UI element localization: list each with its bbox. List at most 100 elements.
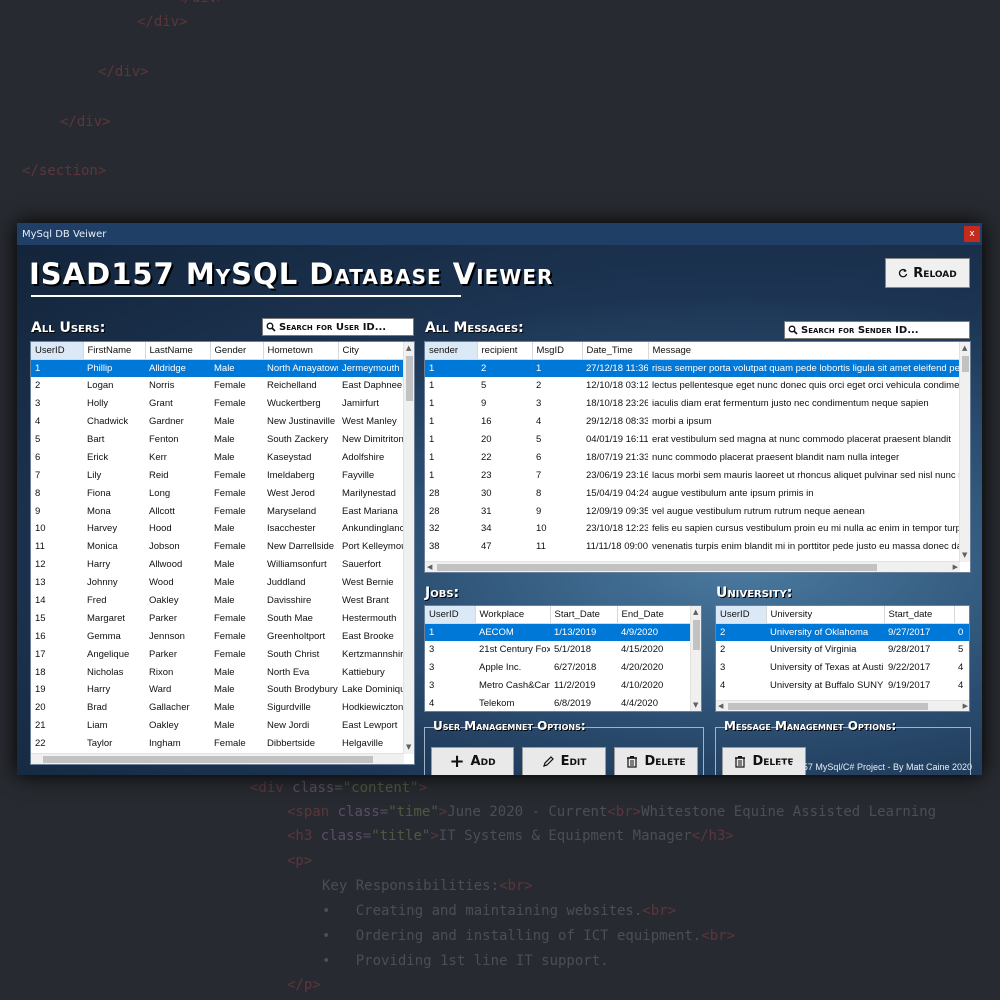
column-header[interactable]: UserID — [31, 342, 84, 360]
table-cell[interactable]: 22 — [31, 735, 83, 753]
table-cell[interactable]: Allcott — [145, 502, 210, 520]
table-cell[interactable]: Marilynestad — [338, 484, 403, 502]
table-cell[interactable]: erat vestibulum sed magna at nunc commod… — [648, 431, 959, 449]
table-cell[interactable]: lacus morbi sem mauris laoreet ut rhoncu… — [648, 466, 959, 484]
scroll-right-icon[interactable]: ▶ — [953, 563, 958, 572]
table-row[interactable]: 1 16 4 29/12/18 08:33 morbi a ipsum — [425, 413, 959, 431]
table-row[interactable]: 32 34 10 23/10/18 12:23 felis eu sapien curs… — [425, 520, 959, 538]
table-cell[interactable]: 13 — [31, 574, 83, 592]
table-cell[interactable]: Female — [210, 609, 263, 627]
table-cell[interactable]: Margaret — [83, 609, 145, 627]
table-row[interactable]: 2 University of Oklahoma 9/27/2017 0 — [716, 623, 969, 641]
table-row[interactable]: 17 Angelique Parker Female South Christ Kertz… — [31, 645, 403, 663]
table-cell[interactable]: 9/28/2017 — [884, 641, 954, 659]
table-cell[interactable]: 12/09/19 09:35 — [582, 502, 648, 520]
table-cell[interactable]: Angelique — [83, 645, 145, 663]
message-search-input[interactable]: Search for Sender ID... — [784, 321, 970, 339]
table-cell[interactable]: 47 — [477, 538, 532, 556]
table-cell[interactable]: 23 — [477, 466, 532, 484]
scroll-thumb[interactable] — [43, 756, 373, 763]
table-row[interactable]: 3 Holly Grant Female Wuckertberg Jamirfurt — [31, 395, 403, 413]
column-header[interactable]: recipient — [477, 342, 533, 360]
table-cell[interactable]: 5 — [954, 641, 969, 659]
table-cell[interactable]: 12/10/18 03:12 — [582, 377, 648, 395]
table-cell[interactable]: Jennson — [145, 627, 210, 645]
table-cell[interactable]: Gallacher — [145, 699, 210, 717]
table-cell[interactable]: Norris — [145, 377, 210, 395]
table-cell[interactable]: 9 — [31, 502, 83, 520]
table-cell[interactable]: Wuckertberg — [263, 395, 338, 413]
table-cell[interactable]: 2 — [532, 377, 582, 395]
table-cell[interactable]: 3 — [425, 659, 475, 677]
table-row[interactable]: 5 Bart Fenton Male South Zackery New Dimitrit… — [31, 431, 403, 449]
column-header[interactable]: City — [338, 342, 404, 360]
table-cell[interactable]: Helgaville — [338, 735, 403, 753]
table-cell[interactable]: 3 — [532, 395, 582, 413]
table-row[interactable]: 4 Chadwick Gardner Male New Justinaville West… — [31, 413, 403, 431]
table-cell[interactable]: 5 — [477, 377, 532, 395]
table-cell[interactable]: New Dimitriton — [338, 431, 403, 449]
table-row[interactable]: 1 2 1 27/12/18 11:36 risus semper porta volu… — [425, 359, 959, 377]
column-header[interactable]: UserID — [716, 606, 767, 624]
table-cell[interactable]: 9/22/2017 — [884, 659, 954, 677]
table-cell[interactable]: 9/27/2017 — [884, 623, 954, 641]
table-cell[interactable]: Kertzmannshire — [338, 645, 403, 663]
scroll-left-icon[interactable]: ◀ — [718, 702, 723, 711]
table-cell[interactable]: 34 — [477, 520, 532, 538]
table-row[interactable]: 1 Phillip Alldridge Male North Amayatown Jerm… — [31, 359, 403, 377]
table-cell[interactable]: South Mae — [263, 609, 338, 627]
table-row[interactable]: 3 University of Texas at Austin 9/22/2017 4 — [716, 659, 969, 677]
column-header[interactable]: Gender — [210, 342, 264, 360]
table-cell[interactable]: 4 — [954, 659, 969, 677]
table-cell[interactable]: 7 — [31, 466, 83, 484]
table-cell[interactable]: 32 — [425, 520, 477, 538]
table-cell[interactable]: Lake Dominique — [338, 681, 403, 699]
table-cell[interactable]: Monica — [83, 538, 145, 556]
table-cell[interactable]: New Justinaville — [263, 413, 338, 431]
table-cell[interactable]: Long — [145, 484, 210, 502]
table-cell[interactable]: 12 — [31, 556, 83, 574]
table-row[interactable]: 3 Apple Inc. 6/27/2018 4/20/2020 — [425, 659, 691, 677]
table-cell[interactable]: Jermeymouth — [338, 359, 403, 377]
table-cell[interactable]: 21st Century Fox — [475, 641, 550, 659]
table-cell[interactable]: Isacchester — [263, 520, 338, 538]
table-cell[interactable]: 8 — [31, 484, 83, 502]
table-cell[interactable]: 23/06/19 23:16 — [582, 466, 648, 484]
table-cell[interactable]: Male — [210, 699, 263, 717]
table-cell[interactable]: Ingham — [145, 735, 210, 753]
table-cell[interactable]: Male — [210, 663, 263, 681]
column-header[interactable] — [954, 606, 969, 624]
table-cell[interactable]: 5/1/2018 — [550, 641, 617, 659]
table-cell[interactable]: Adolfshire — [338, 448, 403, 466]
table-cell[interactable]: Liam — [83, 717, 145, 735]
table-cell[interactable]: 8 — [532, 484, 582, 502]
table-cell[interactable]: 38 — [425, 538, 477, 556]
scroll-thumb[interactable] — [693, 620, 700, 650]
table-cell[interactable]: Lily — [83, 466, 145, 484]
table-cell[interactable]: AECOM — [475, 623, 550, 641]
table-cell[interactable]: North Amayatown — [263, 359, 338, 377]
table-cell[interactable]: Fred — [83, 592, 145, 610]
table-row[interactable]: 6 Erick Kerr Male Kaseystad Adolfshire — [31, 448, 403, 466]
table-cell[interactable]: Male — [210, 359, 263, 377]
table-row[interactable]: 1 9 3 18/10/18 23:26 iaculis diam erat ferme… — [425, 395, 959, 413]
table-cell[interactable]: Erick — [83, 448, 145, 466]
table-row[interactable]: 21 Liam Oakley Male New Jordi East Lewport — [31, 717, 403, 735]
table-row[interactable]: 2 Logan Norris Female Reichelland East Daphne… — [31, 377, 403, 395]
table-row[interactable]: 13 Johnny Wood Male Juddland West Bernie — [31, 574, 403, 592]
table-cell[interactable]: 1/13/2019 — [550, 623, 617, 641]
table-cell[interactable]: Taylor — [83, 735, 145, 753]
table-cell[interactable]: 18/10/18 23:26 — [582, 395, 648, 413]
table-cell[interactable]: Ankundinglanc — [338, 520, 403, 538]
table-cell[interactable]: Sauerfort — [338, 556, 403, 574]
table-cell[interactable]: 22 — [477, 448, 532, 466]
table-cell[interactable]: 21 — [31, 717, 83, 735]
table-cell[interactable]: 14 — [31, 592, 83, 610]
table-cell[interactable]: Female — [210, 377, 263, 395]
messages-vertical-scrollbar[interactable]: ▲ ▼ — [959, 342, 970, 562]
table-cell[interactable]: Metro Cash&Carry — [475, 677, 550, 695]
table-row[interactable]: 1 22 6 18/07/19 21:33 nunc commodo placerat … — [425, 448, 959, 466]
table-cell[interactable]: New Darrellside — [263, 538, 338, 556]
table-cell[interactable]: 7 — [532, 466, 582, 484]
table-cell[interactable]: Chadwick — [83, 413, 145, 431]
